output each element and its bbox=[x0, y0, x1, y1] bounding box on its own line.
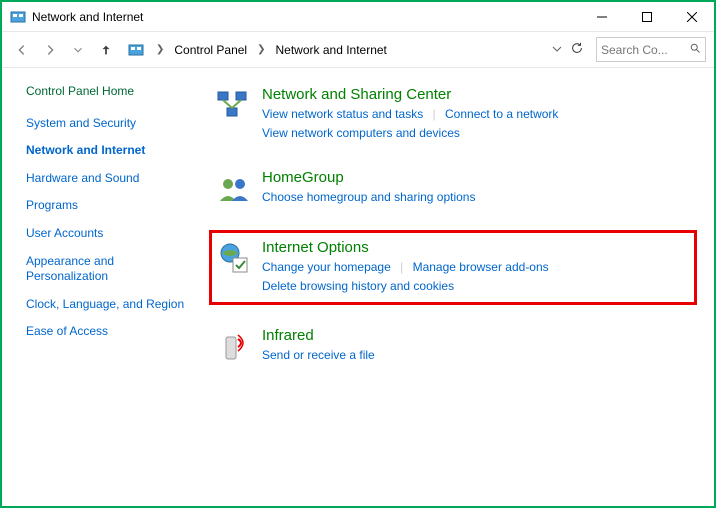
chevron-right-icon[interactable]: ❯ bbox=[257, 44, 265, 55]
sidebar-item-hardware-sound[interactable]: Hardware and Sound bbox=[26, 171, 192, 187]
task-view-network-status[interactable]: View network status and tasks bbox=[262, 107, 423, 121]
sidebar-item-network-internet[interactable]: Network and Internet bbox=[26, 143, 192, 159]
window-title: Network and Internet bbox=[32, 10, 143, 24]
address-dropdown-icon[interactable] bbox=[552, 43, 562, 57]
task-change-homepage[interactable]: Change your homepage bbox=[262, 260, 391, 274]
breadcrumb-network-internet[interactable]: Network and Internet bbox=[274, 41, 389, 59]
minimize-button[interactable] bbox=[579, 2, 624, 31]
network-sharing-icon bbox=[216, 88, 252, 124]
task-delete-history[interactable]: Delete browsing history and cookies bbox=[262, 279, 454, 293]
chevron-right-icon[interactable]: ❯ bbox=[156, 44, 164, 55]
category-title[interactable]: HomeGroup bbox=[262, 169, 690, 186]
recent-locations-dropdown[interactable] bbox=[66, 38, 90, 62]
separator: | bbox=[400, 260, 403, 274]
category-title[interactable]: Infrared bbox=[262, 327, 690, 344]
homegroup-icon bbox=[216, 171, 252, 207]
search-input[interactable]: Search Co... bbox=[596, 37, 706, 62]
sidebar-item-clock-language-region[interactable]: Clock, Language, and Region bbox=[26, 297, 192, 313]
up-button[interactable] bbox=[94, 38, 118, 62]
sidebar: Control Panel Home System and Security N… bbox=[2, 68, 202, 506]
task-homegroup-options[interactable]: Choose homegroup and sharing options bbox=[262, 190, 475, 204]
main-panel: Network and Sharing Center View network … bbox=[202, 68, 714, 506]
task-manage-addons[interactable]: Manage browser add-ons bbox=[413, 260, 549, 274]
task-send-receive-file[interactable]: Send or receive a file bbox=[262, 348, 375, 362]
infrared-icon bbox=[216, 329, 252, 365]
sidebar-item-appearance[interactable]: Appearance and Personalization bbox=[26, 254, 192, 285]
separator: | bbox=[433, 107, 436, 121]
forward-button[interactable] bbox=[38, 38, 62, 62]
category-network-sharing-center: Network and Sharing Center View network … bbox=[212, 82, 694, 147]
control-panel-icon bbox=[10, 9, 26, 25]
control-panel-breadcrumb-icon bbox=[128, 42, 144, 58]
titlebar: Network and Internet bbox=[2, 2, 714, 32]
content-area: Control Panel Home System and Security N… bbox=[2, 68, 714, 506]
search-placeholder: Search Co... bbox=[601, 43, 668, 57]
category-title[interactable]: Internet Options bbox=[262, 239, 690, 256]
back-button[interactable] bbox=[10, 38, 34, 62]
category-internet-options: Internet Options Change your homepage | … bbox=[209, 230, 697, 305]
navbar: ❯ Control Panel ❯ Network and Internet S… bbox=[2, 32, 714, 68]
search-icon bbox=[689, 42, 701, 57]
breadcrumb-control-panel[interactable]: Control Panel bbox=[172, 41, 249, 59]
control-panel-home-link[interactable]: Control Panel Home bbox=[26, 84, 192, 100]
task-view-computers-devices[interactable]: View network computers and devices bbox=[262, 126, 460, 140]
category-homegroup: HomeGroup Choose homegroup and sharing o… bbox=[212, 165, 694, 211]
sidebar-item-ease-of-access[interactable]: Ease of Access bbox=[26, 324, 192, 340]
sidebar-item-system-security[interactable]: System and Security bbox=[26, 116, 192, 132]
refresh-button[interactable] bbox=[570, 41, 584, 58]
internet-options-icon bbox=[216, 241, 252, 277]
sidebar-item-programs[interactable]: Programs bbox=[26, 198, 192, 214]
sidebar-item-user-accounts[interactable]: User Accounts bbox=[26, 226, 192, 242]
category-title[interactable]: Network and Sharing Center bbox=[262, 86, 690, 103]
category-infrared: Infrared Send or receive a file bbox=[212, 323, 694, 369]
close-button[interactable] bbox=[669, 2, 714, 31]
task-connect-network[interactable]: Connect to a network bbox=[445, 107, 558, 121]
maximize-button[interactable] bbox=[624, 2, 669, 31]
